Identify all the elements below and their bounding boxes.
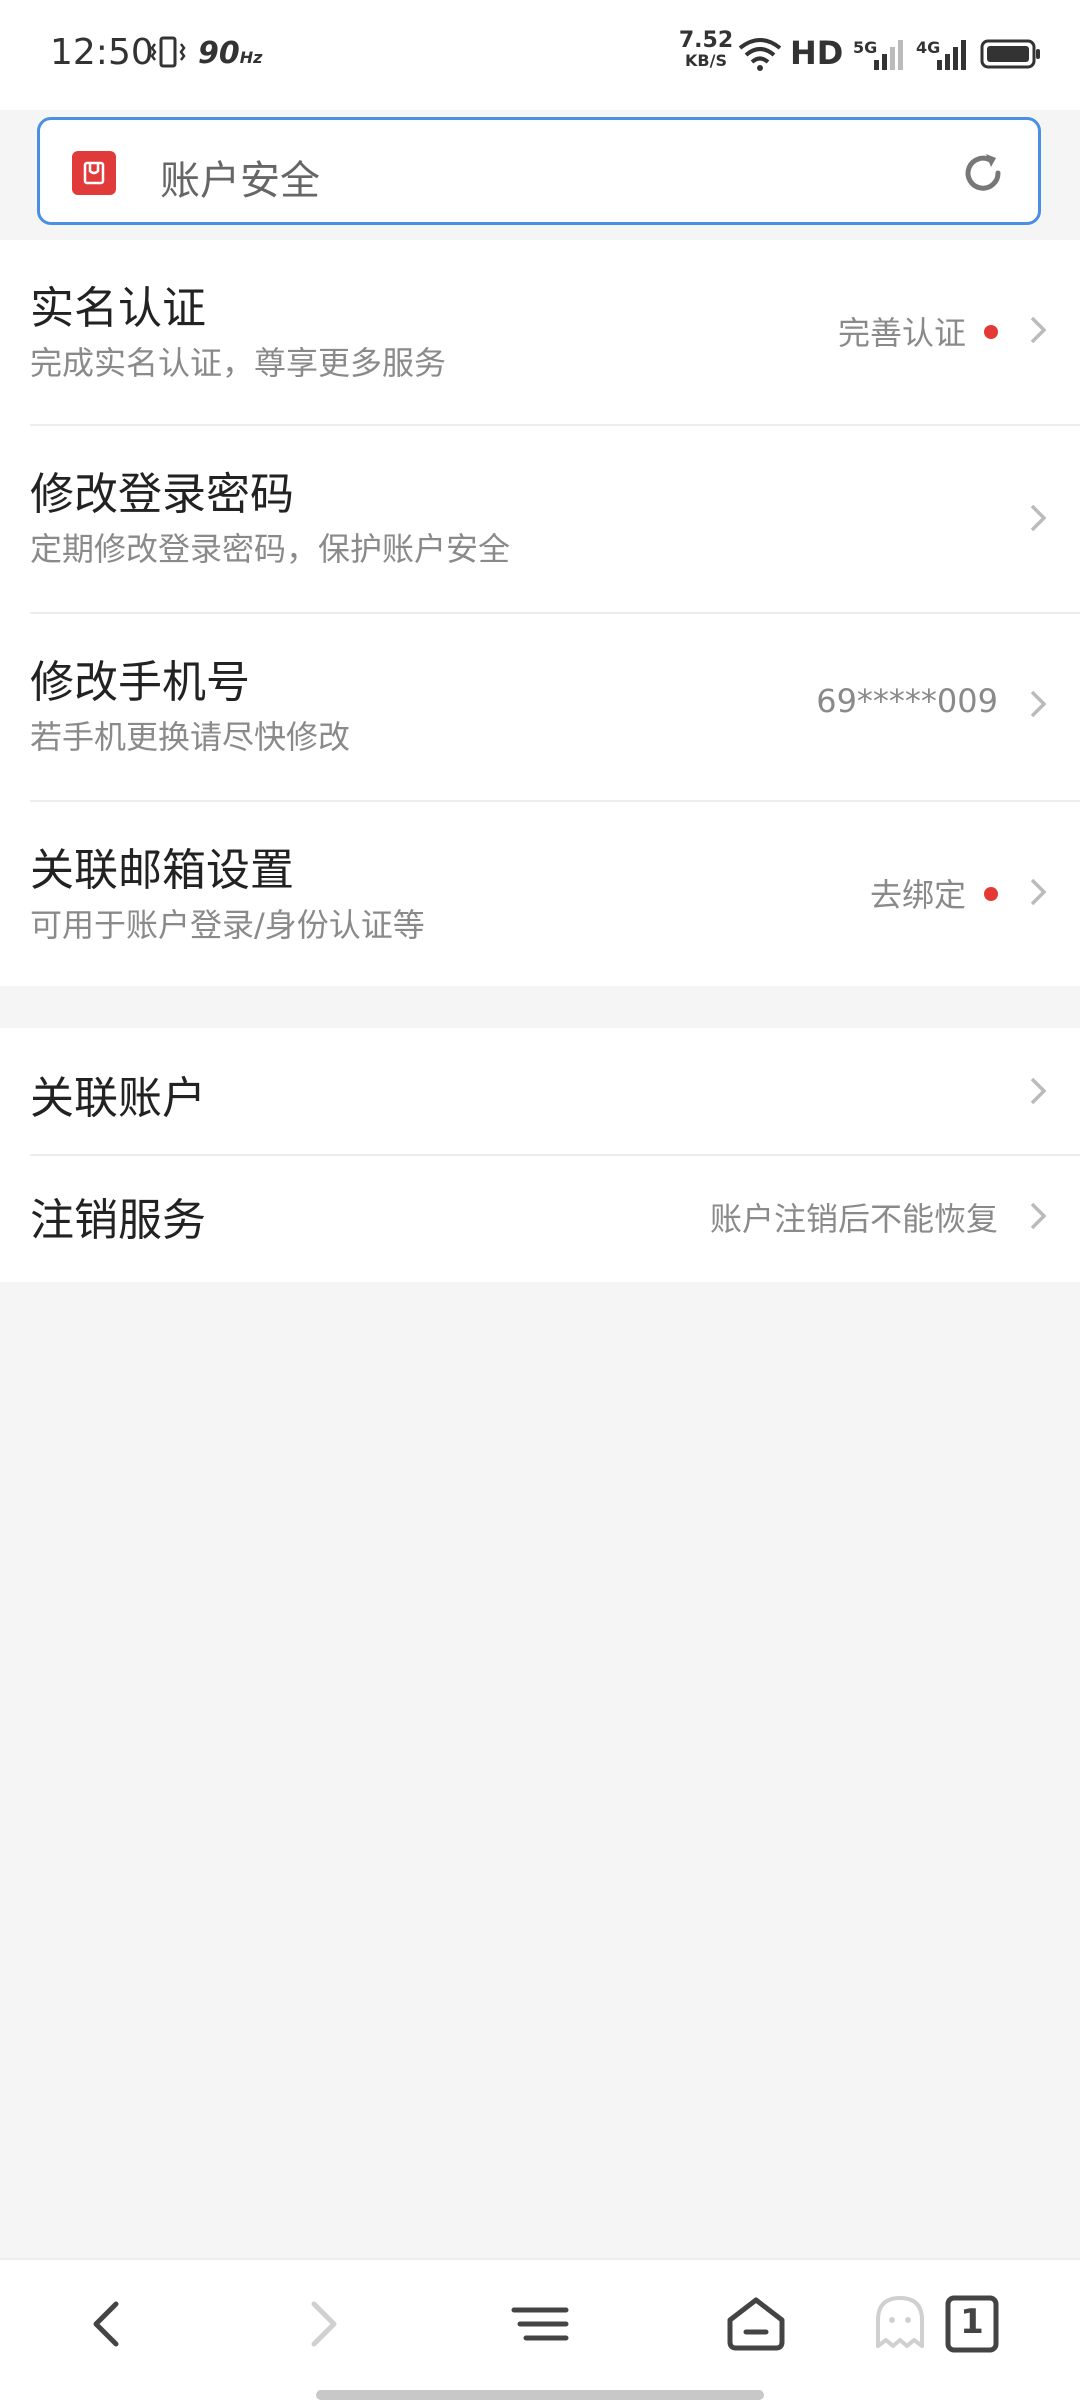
chevron-right-icon (1030, 1202, 1047, 1230)
tabs-button[interactable]: 1 (932, 2284, 1012, 2364)
list-item-change-phone[interactable]: 修改手机号 若手机更换请尽快修改 69*****009 (0, 614, 1080, 800)
menu-icon[interactable] (500, 2284, 580, 2364)
tab-count: 1 (960, 2302, 984, 2342)
list-item-change-password[interactable]: 修改登录密码 定期修改登录密码，保护账户安全 (0, 426, 1080, 612)
browser-bottom-nav: 1 (0, 2258, 1080, 2402)
status-bar: 12:50 90Hz 7.52 KB/S HD 5G 4G (0, 0, 1080, 110)
item-status: 账户注销后不能恢复 (709, 1200, 998, 1238)
item-title: 修改登录密码 (30, 469, 294, 520)
item-status: 去绑定 (870, 870, 998, 916)
item-title: 关联账户 (30, 1073, 206, 1124)
account-management-list: 关联账户 注销服务 账户注销后不能恢复 (0, 1028, 1080, 1282)
item-status: 完善认证 (838, 308, 998, 354)
chevron-right-icon (1030, 878, 1047, 906)
page-title: 账户安全 (160, 158, 320, 204)
signal-icon (874, 40, 903, 70)
item-status: 69*****009 (816, 682, 998, 720)
vibrate-icon (150, 36, 186, 68)
item-title: 实名认证 (30, 283, 206, 334)
chevron-right-icon (1030, 690, 1047, 718)
item-title: 修改手机号 (30, 657, 250, 708)
address-bar[interactable]: 账户安全 (37, 117, 1041, 225)
incognito-icon[interactable] (860, 2284, 940, 2364)
list-item-real-name[interactable]: 实名认证 完成实名认证，尊享更多服务 完善认证 (0, 240, 1080, 424)
hd-indicator: HD (790, 34, 844, 72)
chevron-right-icon (1030, 1077, 1047, 1105)
forward-icon[interactable] (282, 2284, 362, 2364)
home-icon[interactable] (716, 2284, 796, 2364)
alert-dot (984, 325, 998, 339)
battery-icon (980, 39, 1040, 69)
list-item-linked-accounts[interactable]: 关联账户 (0, 1028, 1080, 1154)
chevron-right-icon (1030, 504, 1047, 532)
refresh-rate: 90Hz (198, 36, 263, 71)
home-indicator[interactable] (316, 2390, 764, 2400)
item-title: 注销服务 (30, 1195, 206, 1246)
security-settings-list: 实名认证 完成实名认证，尊享更多服务 完善认证 修改登录密码 定期修改登录密码，… (0, 240, 1080, 986)
item-title: 关联邮箱设置 (30, 845, 294, 896)
list-item-cancel-service[interactable]: 注销服务 账户注销后不能恢复 (0, 1156, 1080, 1282)
signal-icon (937, 40, 966, 70)
status-time: 12:50 (50, 32, 154, 73)
item-subtitle: 定期修改登录密码，保护账户安全 (30, 530, 511, 568)
item-subtitle: 若手机更换请尽快修改 (30, 718, 351, 756)
item-subtitle: 完成实名认证，尊享更多服务 (30, 344, 447, 382)
back-icon[interactable] (68, 2284, 148, 2364)
list-item-email-settings[interactable]: 关联邮箱设置 可用于账户登录/身份认证等 去绑定 (0, 802, 1080, 986)
chevron-right-icon (1030, 316, 1047, 344)
reload-icon[interactable] (958, 148, 1008, 198)
item-subtitle: 可用于账户登录/身份认证等 (30, 906, 425, 944)
network-speed: 7.52 KB/S (678, 28, 734, 70)
alert-dot (984, 887, 998, 901)
wifi-icon (738, 38, 782, 71)
browser-logo-icon (72, 151, 116, 195)
